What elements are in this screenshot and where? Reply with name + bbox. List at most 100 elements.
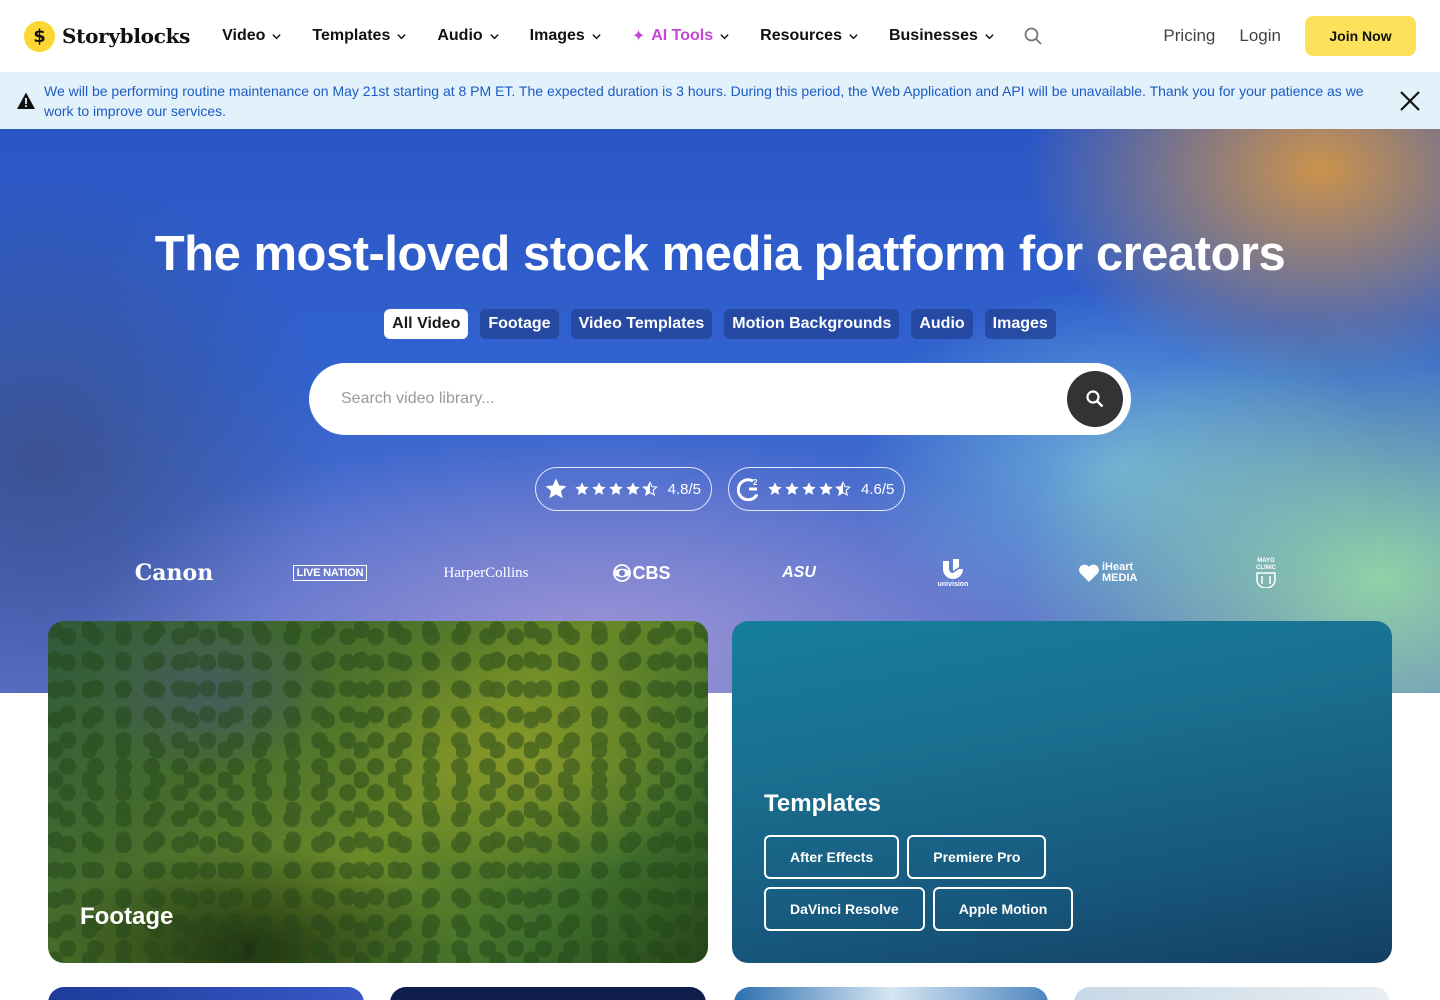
search-button[interactable] bbox=[1067, 371, 1123, 427]
nav-item-label: Businesses bbox=[888, 27, 978, 44]
star-icon bbox=[785, 482, 799, 495]
brand-logo-asu: ASU bbox=[782, 564, 816, 581]
category-card[interactable] bbox=[390, 987, 706, 1000]
search-icon[interactable] bbox=[1023, 26, 1043, 46]
nav-item-audio[interactable]: Audio bbox=[437, 27, 499, 45]
ratings: 4.8/5 2 4.6/5 bbox=[0, 467, 1440, 511]
nav-item-ai-tools[interactable]: ✦ AI Tools bbox=[632, 26, 730, 46]
brand-logo-text: iHeart MEDIA bbox=[1102, 561, 1138, 584]
nav-item-businesses[interactable]: Businesses bbox=[889, 27, 995, 45]
footage-card-label: Footage bbox=[80, 903, 174, 930]
template-type-buttons: After Effects Premiere Pro DaVinci Resol… bbox=[764, 835, 1094, 931]
brand-logo-text: univision bbox=[937, 580, 969, 588]
nav-item-label: Video bbox=[222, 27, 266, 44]
logo-text: Storyblocks bbox=[62, 24, 191, 48]
nav-item-label: Images bbox=[529, 27, 585, 44]
chevron-down-icon bbox=[489, 33, 499, 39]
rating-value: 4.8/5 bbox=[667, 480, 701, 498]
brand-logo-univision: univision bbox=[930, 549, 976, 597]
nav-item-video[interactable]: Video bbox=[222, 27, 282, 45]
star-icon bbox=[591, 482, 606, 495]
nav-item-label: Templates bbox=[312, 27, 391, 44]
rating-badge: 4.8/5 bbox=[534, 467, 712, 511]
star-icon bbox=[608, 482, 623, 495]
chevron-down-icon bbox=[592, 33, 601, 39]
chevron-down-icon bbox=[985, 33, 994, 39]
media-type-tabs: All Video Footage Video Templates Motion… bbox=[0, 309, 1440, 339]
tab-audio[interactable]: Audio bbox=[911, 309, 973, 339]
davinci-resolve-button[interactable]: DaVinci Resolve bbox=[764, 887, 925, 931]
star-icon bbox=[625, 482, 640, 495]
star-icon bbox=[819, 482, 833, 495]
star-rating bbox=[574, 481, 658, 497]
category-card[interactable] bbox=[734, 987, 1048, 1000]
tab-motion-backgrounds[interactable]: Motion Backgrounds bbox=[724, 309, 900, 339]
nav-item-label: Resources bbox=[760, 27, 842, 44]
nav-right: Pricing Login Join Now bbox=[1163, 16, 1416, 56]
templates-card[interactable]: Templates After Effects Premiere Pro DaV… bbox=[732, 621, 1392, 963]
chevron-down-icon bbox=[849, 33, 858, 39]
svg-text:2: 2 bbox=[753, 478, 758, 487]
rating-badge: 2 4.6/5 bbox=[728, 467, 906, 511]
pricing-link[interactable]: Pricing bbox=[1163, 26, 1215, 46]
iheart-icon bbox=[1079, 564, 1099, 582]
search-bar[interactable]: Search video library... bbox=[309, 363, 1131, 435]
banner-text: We will be performing routine maintenanc… bbox=[44, 82, 1364, 119]
chevron-down-icon bbox=[272, 33, 282, 39]
footage-card[interactable]: Footage bbox=[48, 621, 708, 963]
storyblocks-logo[interactable]: $ Storyblocks bbox=[24, 20, 191, 52]
star-icon bbox=[574, 482, 589, 495]
hero: The most-loved stock media platform for … bbox=[0, 129, 1440, 693]
star-rating bbox=[767, 481, 851, 497]
category-card[interactable] bbox=[48, 987, 364, 1000]
brand-logo-iheart: iHeart MEDIA bbox=[1076, 549, 1144, 597]
brand-logo-text: MAYO CLINIC bbox=[1256, 558, 1276, 571]
tab-footage[interactable]: Footage bbox=[480, 309, 559, 339]
brand-logo-canon: Canon bbox=[134, 560, 214, 586]
nav-item-resources[interactable]: Resources bbox=[760, 27, 859, 45]
nav-item-images[interactable]: Images bbox=[530, 27, 602, 45]
chevron-down-icon bbox=[720, 33, 729, 39]
tab-all-video[interactable]: All Video bbox=[384, 309, 469, 339]
brand-logo-live-nation: LIVE NATION bbox=[287, 549, 373, 597]
tab-images[interactable]: Images bbox=[984, 309, 1056, 339]
nav-item-templates[interactable]: Templates bbox=[312, 27, 407, 45]
top-nav: $ Storyblocks Video Templates Audio Imag… bbox=[0, 0, 1440, 72]
g2-icon: 2 bbox=[737, 478, 759, 501]
mayo-shield-icon bbox=[1256, 572, 1276, 588]
tab-video-templates[interactable]: Video Templates bbox=[570, 309, 713, 339]
brand-logo-text: LIVE NATION bbox=[292, 565, 368, 581]
nav-menu: Video Templates Audio Images ✦ AI Tools R… bbox=[222, 26, 1043, 46]
templates-card-title: Templates bbox=[764, 790, 881, 817]
star-icon bbox=[802, 482, 816, 495]
brand-logo-mayo-clinic: MAYO CLINIC bbox=[1248, 549, 1284, 597]
maintenance-banner: We will be performing routine maintenanc… bbox=[0, 72, 1440, 129]
nav-item-label: Audio bbox=[437, 27, 483, 44]
customer-logos: Canon LIVE NATION HarperCollins CBS ASU … bbox=[0, 549, 1440, 597]
chevron-down-icon bbox=[397, 33, 407, 39]
category-card[interactable] bbox=[1074, 987, 1390, 1000]
search-input[interactable]: Search video library... bbox=[341, 390, 495, 408]
star-half-icon bbox=[641, 481, 658, 497]
brand-logo-harpercollins: HarperCollins bbox=[443, 564, 529, 581]
univision-mark-icon bbox=[943, 558, 963, 579]
login-link[interactable]: Login bbox=[1239, 26, 1281, 46]
close-icon[interactable] bbox=[1398, 89, 1422, 113]
brand-logo-cbs: CBS bbox=[612, 549, 672, 597]
star-half-icon bbox=[835, 481, 851, 497]
nav-item-label: AI Tools bbox=[651, 27, 714, 44]
hero-title: The most-loved stock media platform for … bbox=[154, 227, 1286, 281]
search-icon bbox=[1086, 390, 1104, 408]
after-effects-button[interactable]: After Effects bbox=[764, 835, 900, 879]
warning-icon bbox=[17, 92, 35, 109]
rating-value: 4.6/5 bbox=[861, 480, 895, 498]
apple-motion-button[interactable]: Apple Motion bbox=[932, 887, 1074, 931]
logo-mark-icon: $ bbox=[24, 20, 55, 52]
cbs-eye-icon bbox=[613, 564, 632, 582]
star-icon bbox=[545, 478, 567, 499]
sparkle-icon: ✦ bbox=[631, 28, 646, 45]
join-now-button[interactable]: Join Now bbox=[1305, 16, 1416, 56]
star-icon bbox=[768, 482, 782, 495]
premiere-pro-button[interactable]: Premiere Pro bbox=[907, 835, 1047, 879]
brand-logo-text: CBS bbox=[632, 562, 671, 583]
